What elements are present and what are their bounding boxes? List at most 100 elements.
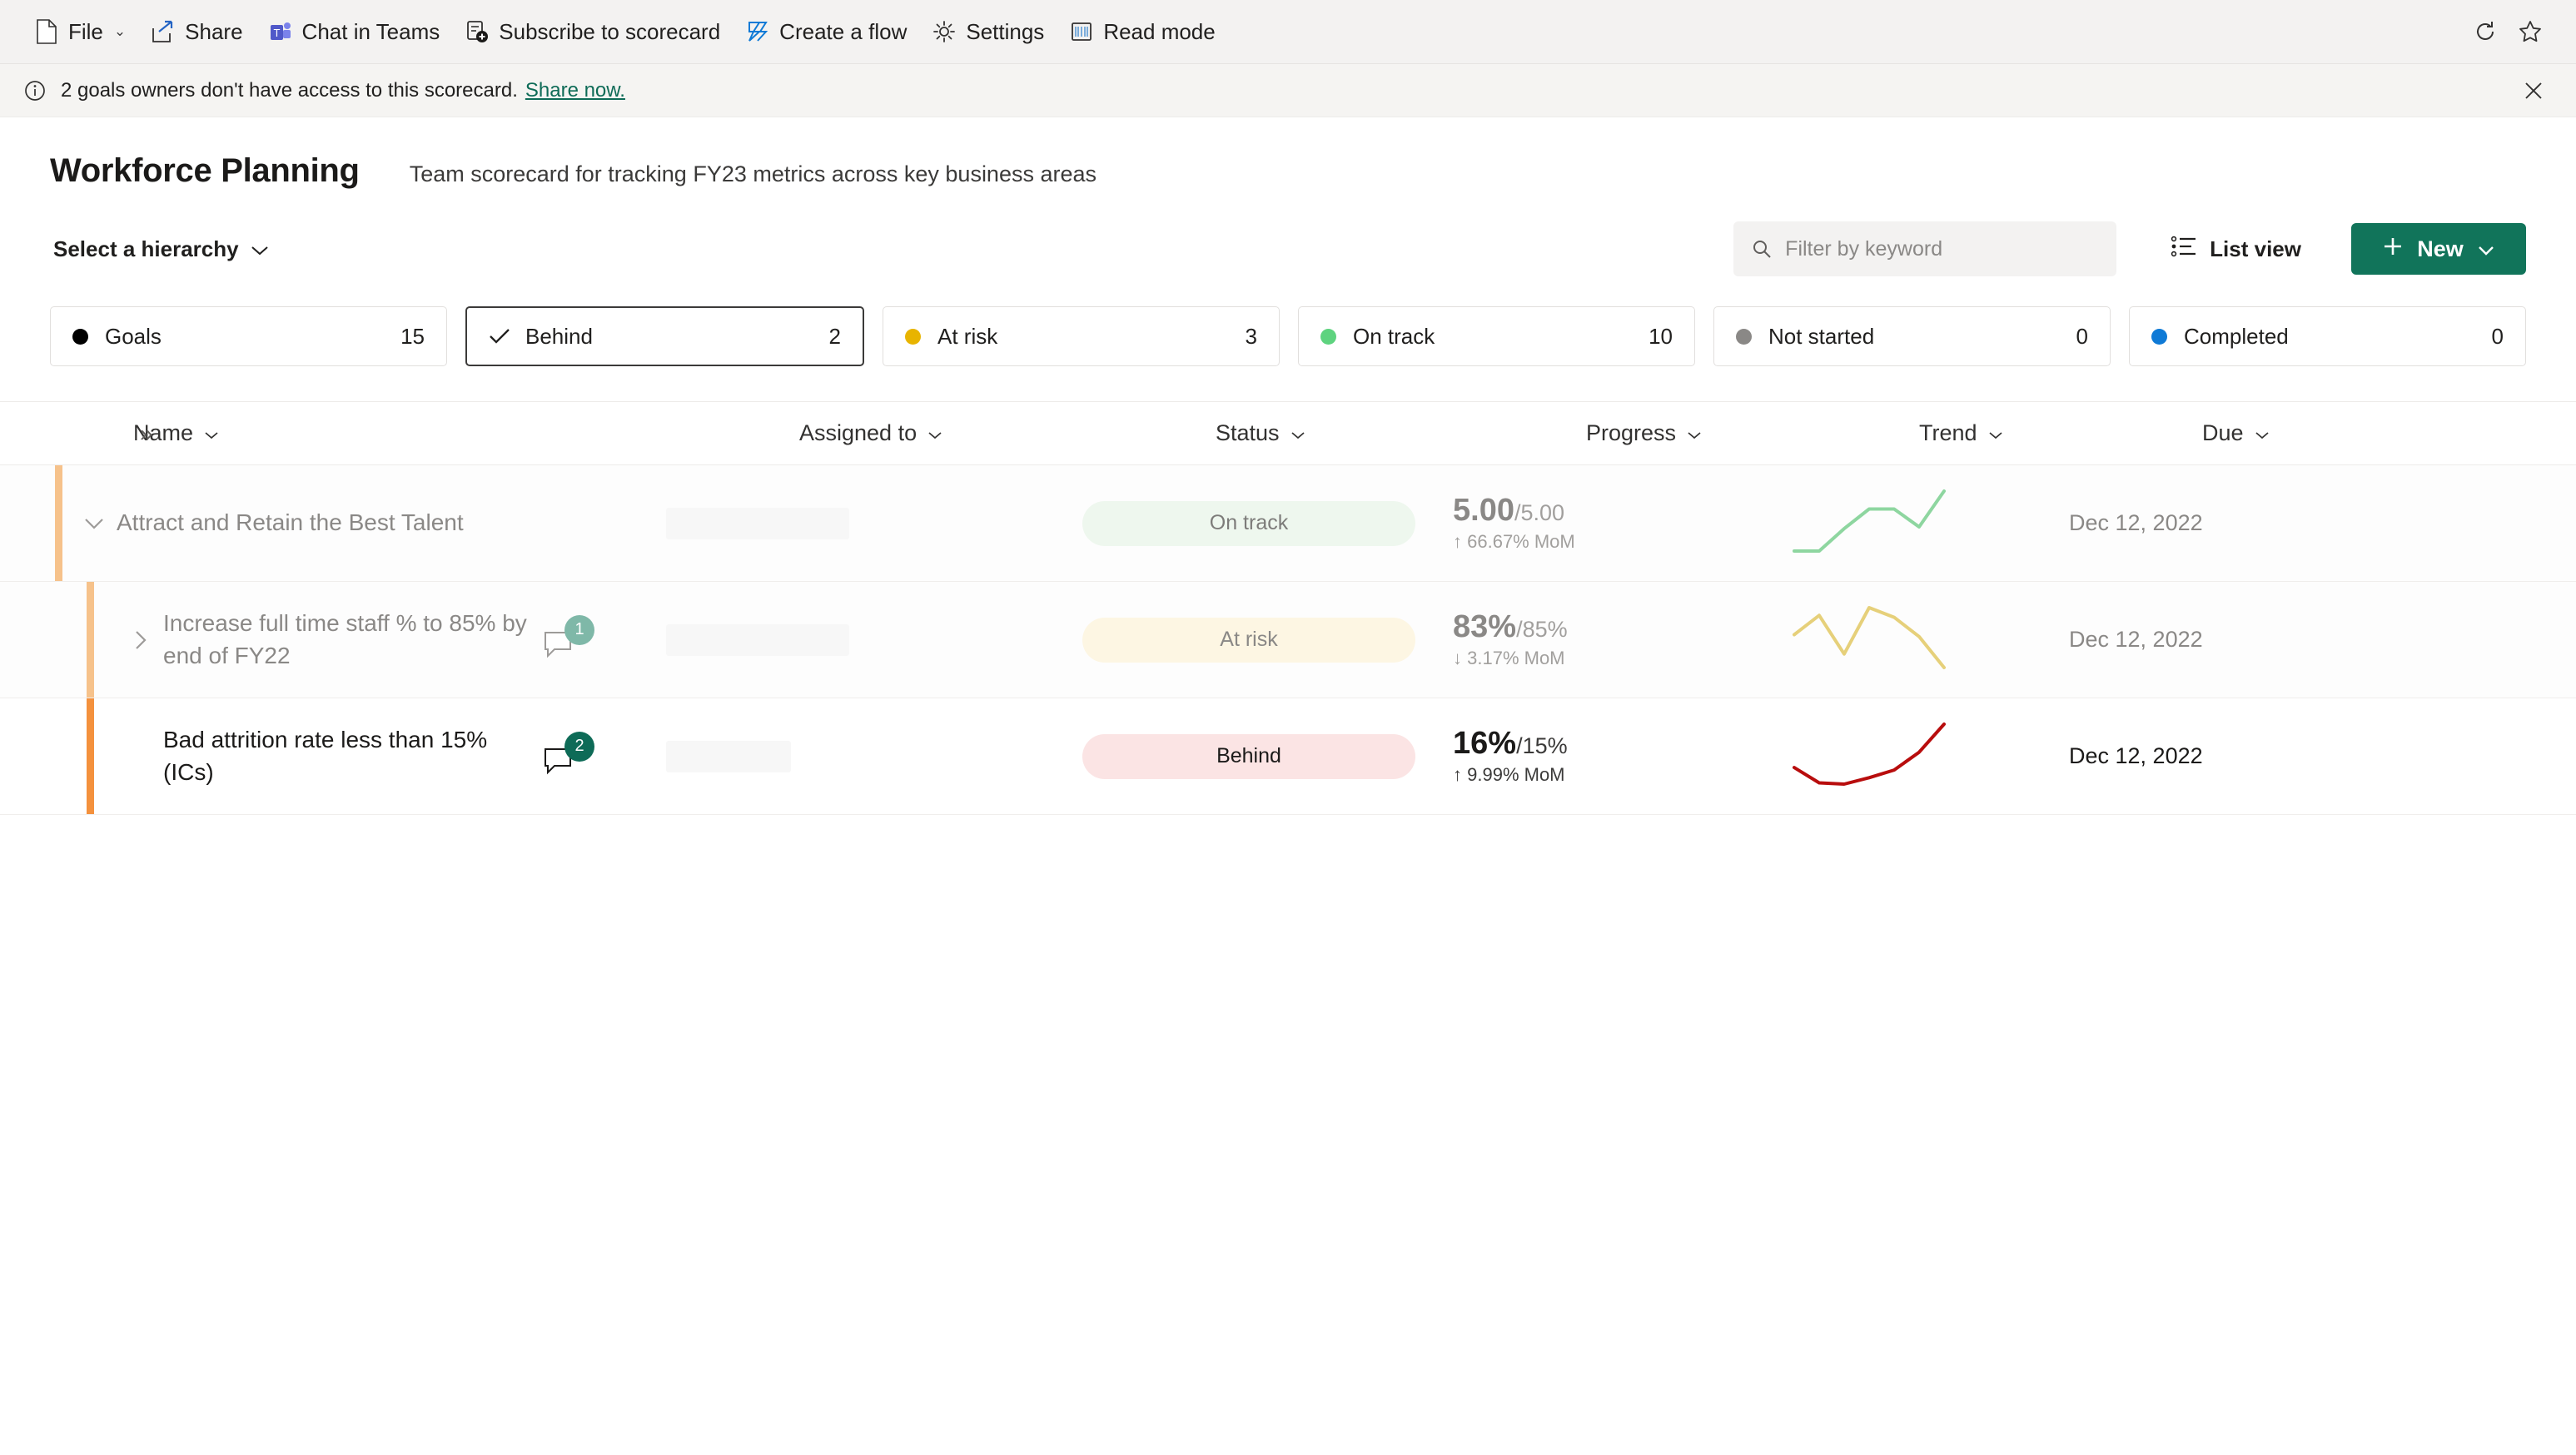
gear-icon [932,19,957,44]
comment-badge[interactable]: 1 [538,614,596,665]
status-chip-count: 10 [1649,323,1673,349]
chevron-down-icon [1687,420,1702,446]
goal-name[interactable]: Attract and Retain the Best Talent [117,507,491,539]
command-share-label: Share [185,18,243,44]
status-badge[interactable]: Behind [1082,733,1415,779]
title-row: Workforce Planning Team scorecard for tr… [50,152,2526,190]
cell-assigned-to[interactable] [666,623,1082,656]
status-chip-label: At risk [937,323,998,349]
command-create-a-flow[interactable]: Create a flow [734,12,918,52]
page-title: Workforce Planning [50,152,360,189]
progress-delta: ↑ 9.99% MoM [1453,764,1568,786]
goal-name[interactable]: Increase full time staff % to 85% by end… [163,608,538,672]
command-chat-in-teams-label: Chat in Teams [301,18,440,44]
list-view-toggle[interactable]: List view [2160,227,2313,271]
table-row[interactable]: Increase full time staff % to 85% by end… [0,582,2576,698]
column-header-trend-label: Trend [1919,420,1977,445]
column-header-assigned-to[interactable]: Assigned to [799,420,1216,446]
assigned-to-placeholder [666,740,791,772]
cell-name: Increase full time staff % to 85% by end… [0,608,666,672]
column-header-name[interactable]: Name [133,420,799,446]
power-automate-icon [745,19,770,44]
close-icon[interactable] [2514,72,2553,110]
cell-assigned-to[interactable] [666,740,1082,772]
chevron-right-icon[interactable] [118,629,163,651]
chevron-down-icon [204,420,219,446]
status-chip-count: 3 [1245,323,1257,349]
status-chip-label: On track [1353,323,1435,349]
assigned-to-placeholder [666,507,849,539]
comment-count-badge: 1 [564,614,594,645]
due-date[interactable]: Dec 12, 2022 [2069,627,2203,653]
column-header-due[interactable]: Due [2202,420,2452,446]
due-date[interactable]: Dec 12, 2022 [2069,743,2203,769]
chevron-down-icon [2255,420,2270,446]
chevron-down-icon [2477,236,2495,262]
row-status-accent-bar [87,698,94,814]
status-chip-completed[interactable]: Completed 0 [2129,306,2526,366]
table-body: Attract and Retain the Best Talent On tra… [0,465,2576,815]
controls-row: Select a hierarchy List view New [50,221,2526,276]
command-share[interactable]: Share [140,12,253,52]
command-subscribe-label: Subscribe to scorecard [499,18,721,44]
status-chip-on-track[interactable]: On track 10 [1298,306,1695,366]
trend-sparkline [1786,599,1952,680]
status-badge[interactable]: On track [1082,500,1415,546]
page-description: Team scorecard for tracking FY23 metrics… [409,161,1097,186]
command-subscribe-to-scorecard[interactable]: Subscribe to scorecard [454,12,731,52]
due-date[interactable]: Dec 12, 2022 [2069,510,2203,536]
command-settings[interactable]: Settings [921,12,1055,52]
status-dot [2151,328,2167,345]
command-bar: File ⌄ Share T Chat in Teams Subscribe t… [0,0,2576,64]
cell-trend [1786,599,2069,680]
progress-delta-text: 66.67% MoM [1467,530,1575,552]
command-read-mode-label: Read mode [1103,18,1216,44]
command-read-mode[interactable]: Read mode [1058,12,1226,52]
message-bar-text: 2 goals owners don't have access to this… [61,78,518,102]
progress-target-value: /15% [1516,732,1568,758]
comment-badge[interactable]: 2 [538,731,596,782]
search-input[interactable] [1785,236,2099,261]
chevron-down-icon[interactable]: ⌄ [114,23,126,40]
status-chip-count: 2 [828,323,841,349]
cell-status: At risk [1082,617,1453,663]
column-header-progress-label: Progress [1586,420,1677,445]
chevron-down-icon[interactable] [72,517,117,530]
column-header-progress[interactable]: Progress [1586,420,1919,446]
chevron-down-icon [251,236,269,262]
status-badge[interactable]: At risk [1082,617,1415,663]
search-box[interactable] [1733,221,2117,276]
column-header-assigned-to-label: Assigned to [799,420,918,445]
share-now-link[interactable]: Share now. [525,79,625,102]
plus-icon [2382,236,2404,263]
message-bar: 2 goals owners don't have access to this… [0,64,2576,117]
progress-target-value: /85% [1516,616,1568,642]
table-row[interactable]: Attract and Retain the Best Talent On tra… [0,465,2576,582]
table-row[interactable]: Bad attrition rate less than 15% (ICs) 2 B… [0,698,2576,815]
command-file[interactable]: File ⌄ [23,12,137,52]
refresh-icon[interactable] [2463,9,2508,54]
status-chip-at-risk[interactable]: At risk 3 [883,306,1280,366]
progress-value-wrap: 16%/15% [1453,728,1568,759]
progress-delta-text: 3.17% MoM [1467,647,1565,668]
command-chat-in-teams[interactable]: T Chat in Teams [257,12,451,52]
search-icon [1752,239,1772,259]
svg-text:T: T [273,27,280,39]
column-header-trend[interactable]: Trend [1919,420,2202,446]
progress-delta-text: 9.99% MoM [1467,763,1565,785]
table-header-row: » Name Assigned to Status Progress Trend… [0,402,2576,465]
expand-all-icon[interactable]: » [140,420,153,447]
status-chip-behind[interactable]: Behind 2 [465,306,864,366]
status-chip-goals[interactable]: Goals 15 [50,306,447,366]
new-button[interactable]: New [2351,223,2526,275]
goal-name[interactable]: Bad attrition rate less than 15% (ICs) [163,724,538,788]
cell-assigned-to[interactable] [666,507,1082,539]
favorite-star-icon[interactable] [2508,9,2553,54]
hierarchy-selector[interactable]: Select a hierarchy [50,230,272,269]
trend-sparkline [1786,483,1952,564]
goals-table: » Name Assigned to Status Progress Trend… [0,401,2576,815]
progress-delta: ↓ 3.17% MoM [1453,648,1568,669]
cell-trend [1786,483,2069,564]
status-chip-not-started[interactable]: Not started 0 [1713,306,2111,366]
column-header-status[interactable]: Status [1216,420,1586,446]
